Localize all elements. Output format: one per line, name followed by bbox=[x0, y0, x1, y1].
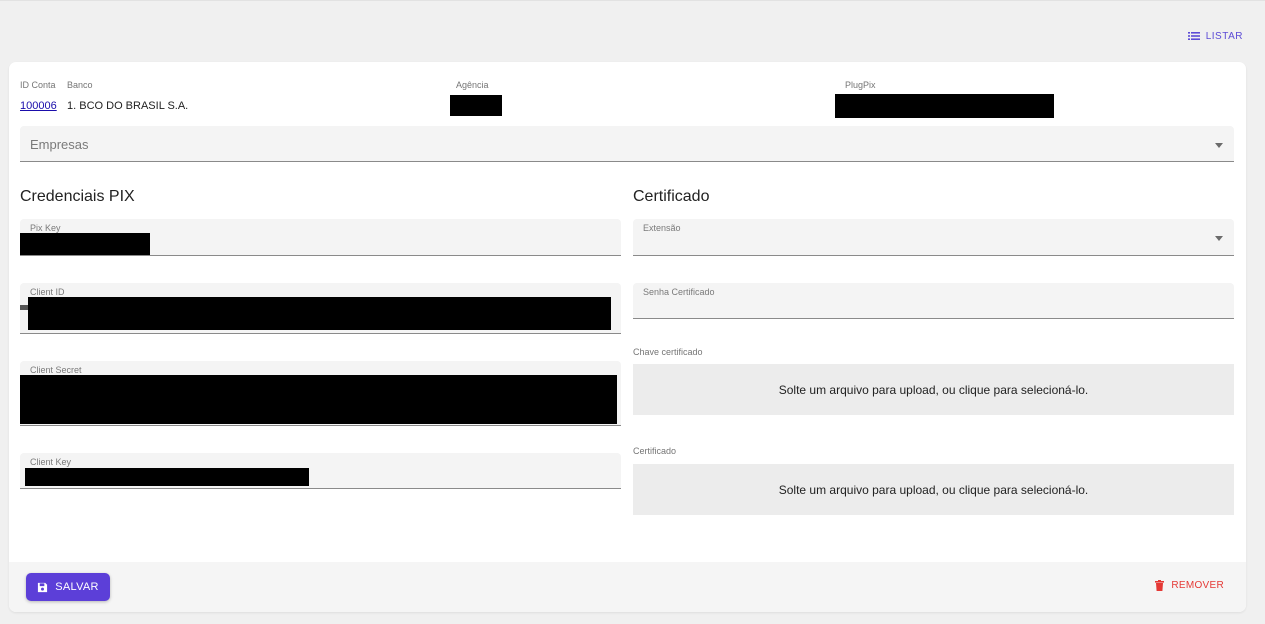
client-secret-label: Client Secret bbox=[30, 365, 82, 375]
pix-key-value-redacted bbox=[20, 233, 150, 255]
client-key-label: Client Key bbox=[30, 457, 72, 467]
plugpix-value-redacted bbox=[835, 94, 1054, 118]
client-id-label: Client ID bbox=[30, 287, 65, 297]
banco-label: Banco bbox=[67, 80, 93, 90]
certificado-file-label: Certificado bbox=[633, 446, 677, 456]
plugpix-label: PlugPix bbox=[845, 80, 876, 90]
agencia-value-redacted bbox=[450, 95, 502, 116]
client-key-value-redacted bbox=[25, 468, 309, 486]
chave-certificado-dropzone[interactable]: Solte um arquivo para upload, ou clique … bbox=[633, 364, 1234, 415]
client-id-field[interactable]: Client ID bbox=[20, 283, 621, 334]
form-footer: SALVAR REMOVER bbox=[9, 562, 1246, 612]
salvar-button[interactable]: SALVAR bbox=[26, 573, 110, 601]
listar-label: LISTAR bbox=[1205, 30, 1243, 42]
empresas-placeholder: Empresas bbox=[30, 137, 89, 152]
client-secret-value-redacted bbox=[20, 375, 617, 424]
list-icon bbox=[1187, 32, 1200, 40]
client-key-field[interactable]: Client Key bbox=[20, 453, 621, 489]
client-id-value-fragment bbox=[20, 305, 28, 310]
listar-button[interactable]: LISTAR bbox=[1187, 30, 1243, 42]
remover-button[interactable]: REMOVER bbox=[1155, 580, 1224, 591]
agencia-label: Agência bbox=[456, 80, 489, 90]
certificado-title: Certificado bbox=[633, 188, 710, 205]
client-secret-field[interactable]: Client Secret bbox=[20, 361, 621, 426]
cert-dropzone-text: Solte um arquivo para upload, ou clique … bbox=[778, 482, 1089, 497]
account-form-card: ID Conta Banco 100006 1. BCO DO BRASIL S… bbox=[9, 62, 1246, 612]
id-conta-group: ID Conta bbox=[20, 80, 56, 90]
chave-dropzone-text: Solte um arquivo para upload, ou clique … bbox=[778, 382, 1089, 397]
top-divider bbox=[0, 0, 1265, 1]
senha-certificado-label: Senha Certificado bbox=[643, 287, 715, 297]
certificado-dropzone[interactable]: Solte um arquivo para upload, ou clique … bbox=[633, 464, 1234, 515]
id-conta-label: ID Conta bbox=[20, 80, 56, 90]
client-id-value-redacted bbox=[28, 297, 611, 330]
pix-key-label: Pix Key bbox=[30, 223, 61, 233]
extensao-select[interactable]: Extensão bbox=[633, 219, 1234, 256]
banco-group: Banco bbox=[67, 80, 93, 90]
id-conta-link[interactable]: 100006 bbox=[20, 100, 57, 112]
empresas-select[interactable]: Empresas bbox=[20, 126, 1234, 162]
remover-label: REMOVER bbox=[1171, 580, 1224, 591]
save-icon bbox=[38, 582, 48, 592]
chave-certificado-label: Chave certificado bbox=[633, 347, 703, 357]
salvar-label: SALVAR bbox=[55, 581, 99, 593]
banco-value: 1. BCO DO BRASIL S.A. bbox=[67, 100, 189, 112]
pix-key-field[interactable]: Pix Key bbox=[20, 219, 621, 256]
extensao-label: Extensão bbox=[643, 223, 681, 233]
trash-icon bbox=[1155, 580, 1165, 591]
chevron-down-icon bbox=[1215, 236, 1223, 241]
senha-certificado-field[interactable]: Senha Certificado bbox=[633, 283, 1234, 319]
credenciais-title: Credenciais PIX bbox=[20, 188, 135, 205]
chevron-down-icon bbox=[1215, 143, 1223, 148]
